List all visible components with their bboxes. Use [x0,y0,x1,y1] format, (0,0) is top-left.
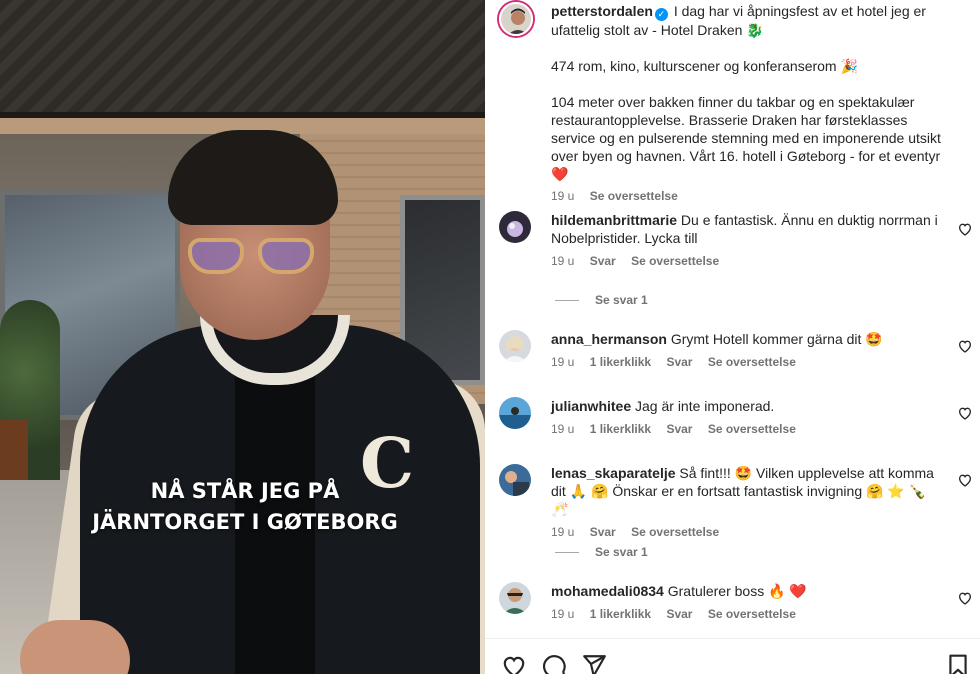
comment-timestamp: 19 u [551,607,575,621]
comment-icon[interactable] [541,653,567,674]
avatar[interactable] [499,582,531,614]
comment-timestamp: 19 u [551,254,575,268]
caption-paragraph: 474 rom, kino, kulturscener og konferans… [551,58,858,74]
comments-panel: petterstordalen ✓ I dag har vi åpningsfes… [485,0,980,674]
post-timestamp: 19 u [551,189,575,203]
comment-username[interactable]: anna_hermanson [551,331,667,347]
comment-username[interactable]: hildemanbrittmarie [551,212,677,228]
view-replies-button[interactable]: Se svar 1 [555,545,648,559]
heart-icon[interactable] [957,338,973,354]
heart-icon[interactable] [957,590,973,606]
reply-button[interactable]: Svar [666,422,692,436]
avatar[interactable] [499,397,531,429]
comment-timestamp: 19 u [551,525,575,539]
comment-text: Jag är inte imponerad. [635,398,775,414]
avatar[interactable] [499,464,531,496]
person: C [20,130,485,674]
bookmark-icon[interactable] [945,653,971,674]
translate-button[interactable]: Se oversettelse [708,355,796,369]
comment-timestamp: 19 u [551,355,575,369]
reply-button[interactable]: Svar [666,607,692,621]
translate-button[interactable]: Se oversettelse [631,525,719,539]
likes-count[interactable]: 1 likerklikk [590,422,651,436]
reply-button[interactable]: Svar [666,355,692,369]
video-caption-overlay: NÅ STÅR JEG PÅ JÄRNTORGET I GØTEBORG [92,479,398,534]
avatar[interactable] [499,2,533,36]
comment-username[interactable]: mohamedali0834 [551,583,664,599]
translate-button[interactable]: Se oversettelse [708,607,796,621]
likes-count[interactable]: 1 likerklikk [590,607,651,621]
comment-timestamp: 19 u [551,422,575,436]
avatar[interactable] [499,330,531,362]
heart-icon[interactable] [957,472,973,488]
comment-username[interactable]: julianwhitee [551,398,631,414]
reply-button[interactable]: Svar [590,525,616,539]
share-icon[interactable] [581,653,607,674]
translate-button[interactable]: Se oversettelse [631,254,719,268]
comment-text: Gratulerer boss 🔥 ❤️ [667,583,807,599]
likes-count[interactable]: 1 likerklikk [590,355,651,369]
sunglasses [188,238,318,278]
building-roof [0,0,485,118]
avatar[interactable] [499,211,531,243]
caption-paragraph: 104 meter over bakken finner du takbar o… [551,94,941,182]
reply-button[interactable]: Svar [590,254,616,268]
post-video[interactable]: C NÅ STÅR JEG PÅ JÄRNTORGET I GØTEBORG [0,0,485,674]
verified-badge-icon: ✓ [654,8,668,21]
view-replies-button[interactable]: Se svar 1 [555,293,648,307]
translate-button[interactable]: Se oversettelse [590,189,678,203]
comment-text: Grymt Hotell kommer gärna dit 🤩 [670,331,883,347]
post-action-bar [485,638,980,674]
heart-icon[interactable] [957,405,973,421]
heart-icon[interactable] [957,221,973,237]
comment-username[interactable]: lenas_skaparatelje [551,465,676,481]
heart-icon[interactable] [501,653,527,674]
post-author-username[interactable]: petterstordalen [551,3,653,19]
translate-button[interactable]: Se oversettelse [708,422,796,436]
